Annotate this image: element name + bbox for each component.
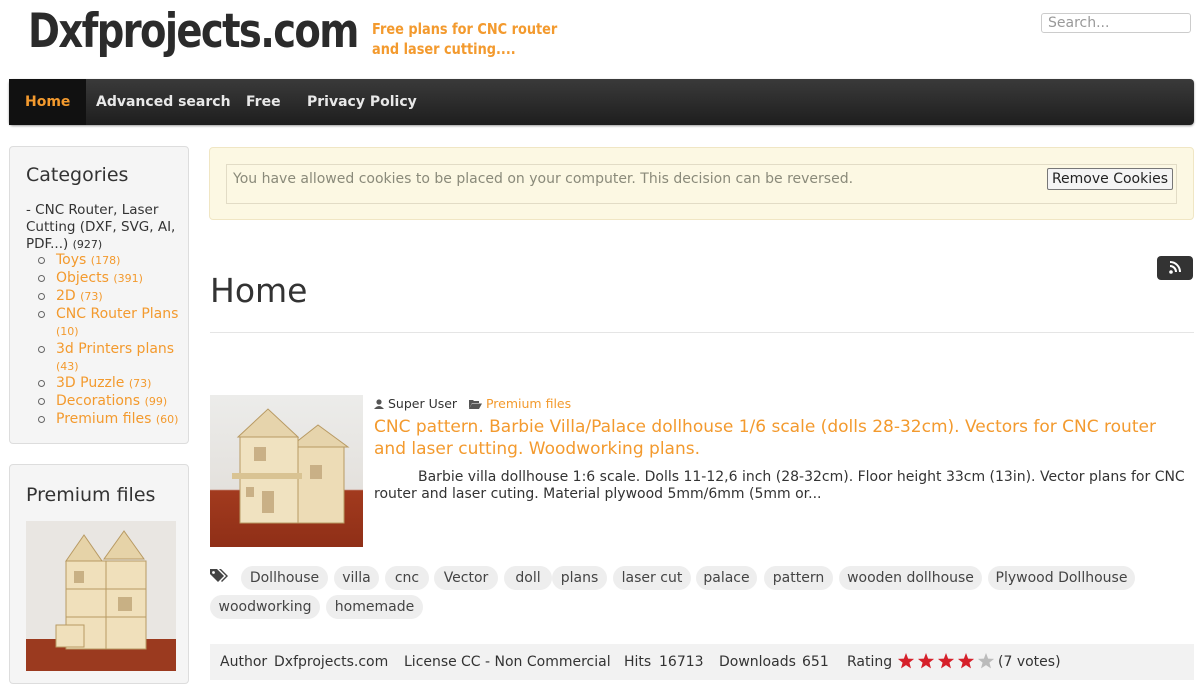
title-divider bbox=[210, 332, 1194, 333]
article-author: Super User bbox=[387, 396, 458, 411]
user-icon bbox=[374, 399, 384, 409]
bullet-icon bbox=[38, 398, 45, 405]
star-icon[interactable] bbox=[897, 653, 915, 669]
categories-module: Categories - CNC Router, Laser Cutting (… bbox=[9, 146, 189, 444]
tag-chip[interactable]: woodworking bbox=[210, 595, 320, 619]
category-item-toys[interactable]: Toys (178) bbox=[38, 252, 190, 269]
tag-chip[interactable]: Vector bbox=[434, 566, 498, 590]
article-intro: Barbie villa dollhouse 1:6 scale. Dolls … bbox=[374, 469, 1185, 502]
remove-cookies-button[interactable]: Remove Cookies bbox=[1047, 168, 1173, 190]
tag-chip[interactable]: pattern bbox=[764, 566, 833, 590]
bullet-icon bbox=[38, 293, 45, 300]
bullet-icon bbox=[38, 346, 45, 353]
article-meta: Super User Premium files bbox=[374, 396, 571, 411]
tag-chip[interactable]: palace bbox=[696, 566, 757, 590]
bullet-icon bbox=[38, 311, 45, 318]
main-navbar: Home Advanced search Free Privacy Policy bbox=[9, 79, 1194, 125]
category-item-3d-printers-plans[interactable]: 3d Printers plans (43) bbox=[38, 341, 190, 375]
category-item-3d-puzzle[interactable]: 3D Puzzle (73) bbox=[38, 375, 190, 392]
categories-title: Categories bbox=[26, 164, 129, 186]
rss-feed-button[interactable] bbox=[1157, 256, 1193, 280]
downloads-label: Downloads bbox=[719, 654, 796, 670]
tag-chip[interactable]: homemade bbox=[326, 595, 423, 619]
tag-chip[interactable]: Dollhouse bbox=[241, 566, 328, 590]
star-icon[interactable] bbox=[957, 653, 975, 669]
star-icon[interactable] bbox=[917, 653, 935, 669]
tag-chip[interactable]: laser cut bbox=[613, 566, 691, 590]
nav-privacy-policy[interactable]: Privacy Policy bbox=[291, 79, 433, 125]
downloads-value: 651 bbox=[802, 654, 829, 670]
article-category-link[interactable]: Premium files bbox=[486, 396, 571, 411]
tag-chip[interactable]: Plywood Dollhouse bbox=[988, 566, 1135, 590]
tag-chip[interactable]: doll bbox=[504, 566, 552, 590]
rating-label: Rating bbox=[847, 654, 893, 670]
tag-chip[interactable]: cnc bbox=[385, 566, 429, 590]
cookie-message: You have allowed cookies to be placed on… bbox=[233, 171, 854, 187]
category-item-premium-files[interactable]: Premium files (60) bbox=[38, 411, 190, 428]
folder-open-icon bbox=[469, 400, 482, 409]
article-title-link[interactable]: CNC pattern. Barbie Villa/Palace dollhou… bbox=[374, 416, 1189, 460]
author-value: Dxfprojects.com bbox=[274, 654, 389, 670]
category-item-objects[interactable]: Objects (391) bbox=[38, 270, 190, 287]
nav-home[interactable]: Home bbox=[9, 79, 87, 125]
cookie-notice: You have allowed cookies to be placed on… bbox=[209, 147, 1194, 220]
nav-free[interactable]: Free bbox=[230, 79, 297, 125]
category-item-2d[interactable]: 2D (73) bbox=[38, 288, 190, 305]
category-item-decorations[interactable]: Decorations (99) bbox=[38, 393, 190, 410]
premium-files-module: Premium files bbox=[9, 464, 189, 684]
star-icon[interactable] bbox=[977, 653, 995, 669]
article-info-bar: Author Dxfprojects.com License CC - Non … bbox=[210, 644, 1194, 680]
tag-chip[interactable]: wooden dollhouse bbox=[839, 566, 982, 590]
site-logo[interactable]: Dxfprojects.com bbox=[28, 4, 359, 59]
hits-label: Hits bbox=[624, 654, 652, 670]
rating-votes: (7 votes) bbox=[998, 654, 1061, 670]
search-input[interactable] bbox=[1041, 13, 1191, 33]
license-link[interactable]: CC - Non Commercial bbox=[461, 654, 611, 670]
premium-dollhouse-image[interactable] bbox=[26, 521, 176, 671]
site-tagline: Free plans for CNC router and laser cutt… bbox=[372, 20, 558, 58]
bullet-icon bbox=[38, 257, 45, 264]
bullet-icon bbox=[38, 275, 45, 282]
tags-icon bbox=[210, 569, 228, 582]
hits-value: 16713 bbox=[659, 654, 704, 670]
page-title: Home bbox=[210, 271, 308, 310]
rss-icon bbox=[1169, 261, 1181, 274]
star-icon[interactable] bbox=[937, 653, 955, 669]
bullet-icon bbox=[38, 380, 45, 387]
license-label: License bbox=[404, 654, 457, 670]
rating-stars[interactable] bbox=[897, 652, 997, 670]
cookie-notice-inner: You have allowed cookies to be placed on… bbox=[226, 164, 1177, 204]
article-thumbnail[interactable] bbox=[210, 395, 363, 547]
premium-files-title: Premium files bbox=[26, 484, 156, 506]
bullet-icon bbox=[38, 416, 45, 423]
tag-chip[interactable]: plans bbox=[552, 566, 607, 590]
category-root[interactable]: - CNC Router, Laser Cutting (DXF, SVG, A… bbox=[26, 202, 181, 253]
category-item-cnc-router-plans[interactable]: CNC Router Plans (10) bbox=[38, 306, 190, 340]
category-root-count: (927) bbox=[72, 238, 103, 251]
author-label: Author bbox=[220, 654, 268, 670]
nav-advanced-search[interactable]: Advanced search bbox=[80, 79, 247, 125]
tag-chip[interactable]: villa bbox=[334, 566, 379, 590]
